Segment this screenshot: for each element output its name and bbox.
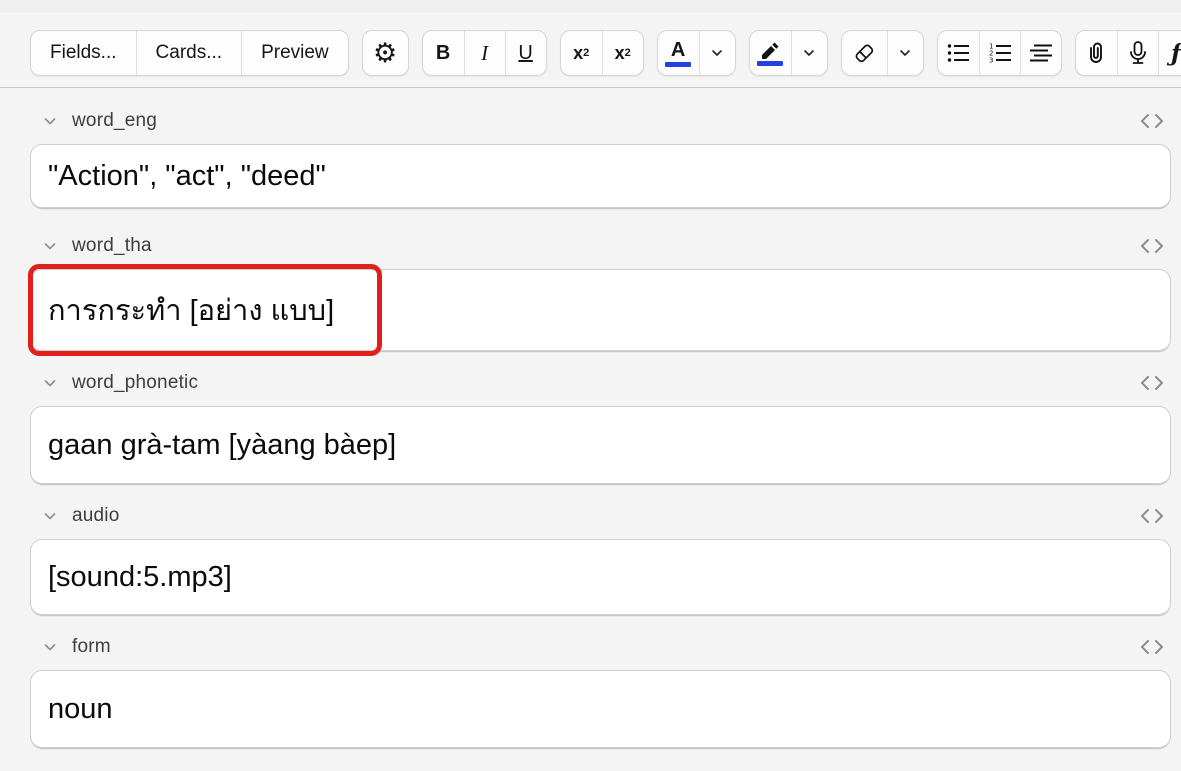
media-group: ƒx xyxy=(1075,30,1181,76)
field-row-word-tha: word_tha การกระทำ [อย่าง แบบ] xyxy=(30,231,1171,351)
collapse-chevron-icon[interactable] xyxy=(42,113,58,129)
field-name: form xyxy=(72,636,111,658)
field-name: word_phonetic xyxy=(72,372,198,394)
microphone-icon xyxy=(1126,40,1150,66)
html-editor-icon[interactable] xyxy=(1139,112,1165,130)
highlight-color-group xyxy=(749,30,828,76)
field-input-form[interactable]: noun xyxy=(30,670,1171,748)
gear-icon: ⚙ xyxy=(373,40,397,67)
alignment-button[interactable] xyxy=(1020,31,1061,75)
chevron-down-icon xyxy=(898,46,912,60)
collapse-chevron-icon[interactable] xyxy=(42,375,58,391)
script-group: x2 x2 xyxy=(560,30,644,76)
field-input-word-tha[interactable]: การกระทำ [อย่าง แบบ] xyxy=(30,269,1171,351)
text-color-button[interactable]: A xyxy=(658,31,699,75)
collapse-chevron-icon[interactable] xyxy=(42,508,58,524)
align-text-icon xyxy=(1029,42,1053,64)
field-header: word_eng xyxy=(30,106,1171,136)
italic-button[interactable]: I xyxy=(464,31,505,75)
field-name: word_tha xyxy=(72,235,152,257)
field-name: word_eng xyxy=(72,110,157,132)
field-row-grammar-structure: grammar_structure xyxy=(30,765,1171,771)
html-editor-icon[interactable] xyxy=(1139,374,1165,392)
field-header: word_phonetic xyxy=(30,368,1171,398)
highlighter-icon xyxy=(757,40,783,66)
preview-button[interactable]: Preview xyxy=(241,31,348,75)
bullet-list-button[interactable] xyxy=(938,31,979,75)
svg-text:3: 3 xyxy=(989,57,993,65)
eraser-group xyxy=(841,30,924,76)
numbered-list-icon: 1 2 3 xyxy=(988,42,1012,64)
eraser-icon xyxy=(851,41,877,65)
field-input-word-eng[interactable]: "Action", "act", "deed" xyxy=(30,144,1171,208)
paperclip-icon xyxy=(1084,40,1108,66)
note-actions-group: Fields... Cards... Preview xyxy=(30,30,349,76)
field-header: form xyxy=(30,632,1171,662)
field-header: word_tha xyxy=(30,231,1171,261)
field-header: grammar_structure xyxy=(30,765,1171,771)
text-color-icon: A xyxy=(665,40,691,67)
underline-button[interactable]: U xyxy=(505,31,546,75)
list-group: 1 2 3 xyxy=(937,30,1062,76)
field-row-word-phonetic: word_phonetic gaan grà-tam [yàang bàep] xyxy=(30,368,1171,484)
field-row-audio: audio [sound:5.mp3] xyxy=(30,501,1171,615)
field-input-word-phonetic[interactable]: gaan grà-tam [yàang bàep] xyxy=(30,406,1171,484)
eraser-dropdown[interactable] xyxy=(887,31,923,75)
attach-button[interactable] xyxy=(1076,31,1117,75)
superscript-button[interactable]: x2 xyxy=(561,31,602,75)
chevron-down-icon xyxy=(802,46,816,60)
mathjax-button[interactable]: ƒx xyxy=(1158,31,1181,75)
field-name: audio xyxy=(72,505,120,527)
numbered-list-button[interactable]: 1 2 3 xyxy=(979,31,1020,75)
bullet-list-icon xyxy=(946,42,970,64)
record-audio-button[interactable] xyxy=(1117,31,1158,75)
titlebar-strip xyxy=(0,0,1181,14)
field-row-form: form noun xyxy=(30,632,1171,748)
field-input-audio[interactable]: [sound:5.mp3] xyxy=(30,539,1171,615)
text-style-group: B I U xyxy=(422,30,547,76)
text-color-dropdown[interactable] xyxy=(699,31,735,75)
html-editor-icon[interactable] xyxy=(1139,507,1165,525)
html-editor-icon[interactable] xyxy=(1139,638,1165,656)
highlight-button[interactable] xyxy=(750,31,791,75)
collapse-chevron-icon[interactable] xyxy=(42,639,58,655)
subscript-button[interactable]: x2 xyxy=(602,31,643,75)
remove-formatting-button[interactable] xyxy=(842,31,887,75)
settings-button[interactable]: ⚙ xyxy=(363,31,408,75)
cards-button[interactable]: Cards... xyxy=(136,31,242,75)
settings-group: ⚙ xyxy=(362,30,409,76)
html-editor-icon[interactable] xyxy=(1139,237,1165,255)
field-header: audio xyxy=(30,501,1171,531)
collapse-chevron-icon[interactable] xyxy=(42,238,58,254)
text-color-group: A xyxy=(657,30,736,76)
note-fields-area: word_eng "Action", "act", "deed" word_th… xyxy=(0,106,1181,771)
fields-button[interactable]: Fields... xyxy=(31,31,136,75)
function-icon: ƒx xyxy=(1171,40,1181,67)
bold-button[interactable]: B xyxy=(423,31,464,75)
field-row-word-eng: word_eng "Action", "act", "deed" xyxy=(30,106,1171,208)
highlight-dropdown[interactable] xyxy=(791,31,827,75)
chevron-down-icon xyxy=(710,46,724,60)
editor-toolbar: Fields... Cards... Preview ⚙ B I U x2 x2… xyxy=(0,14,1181,88)
